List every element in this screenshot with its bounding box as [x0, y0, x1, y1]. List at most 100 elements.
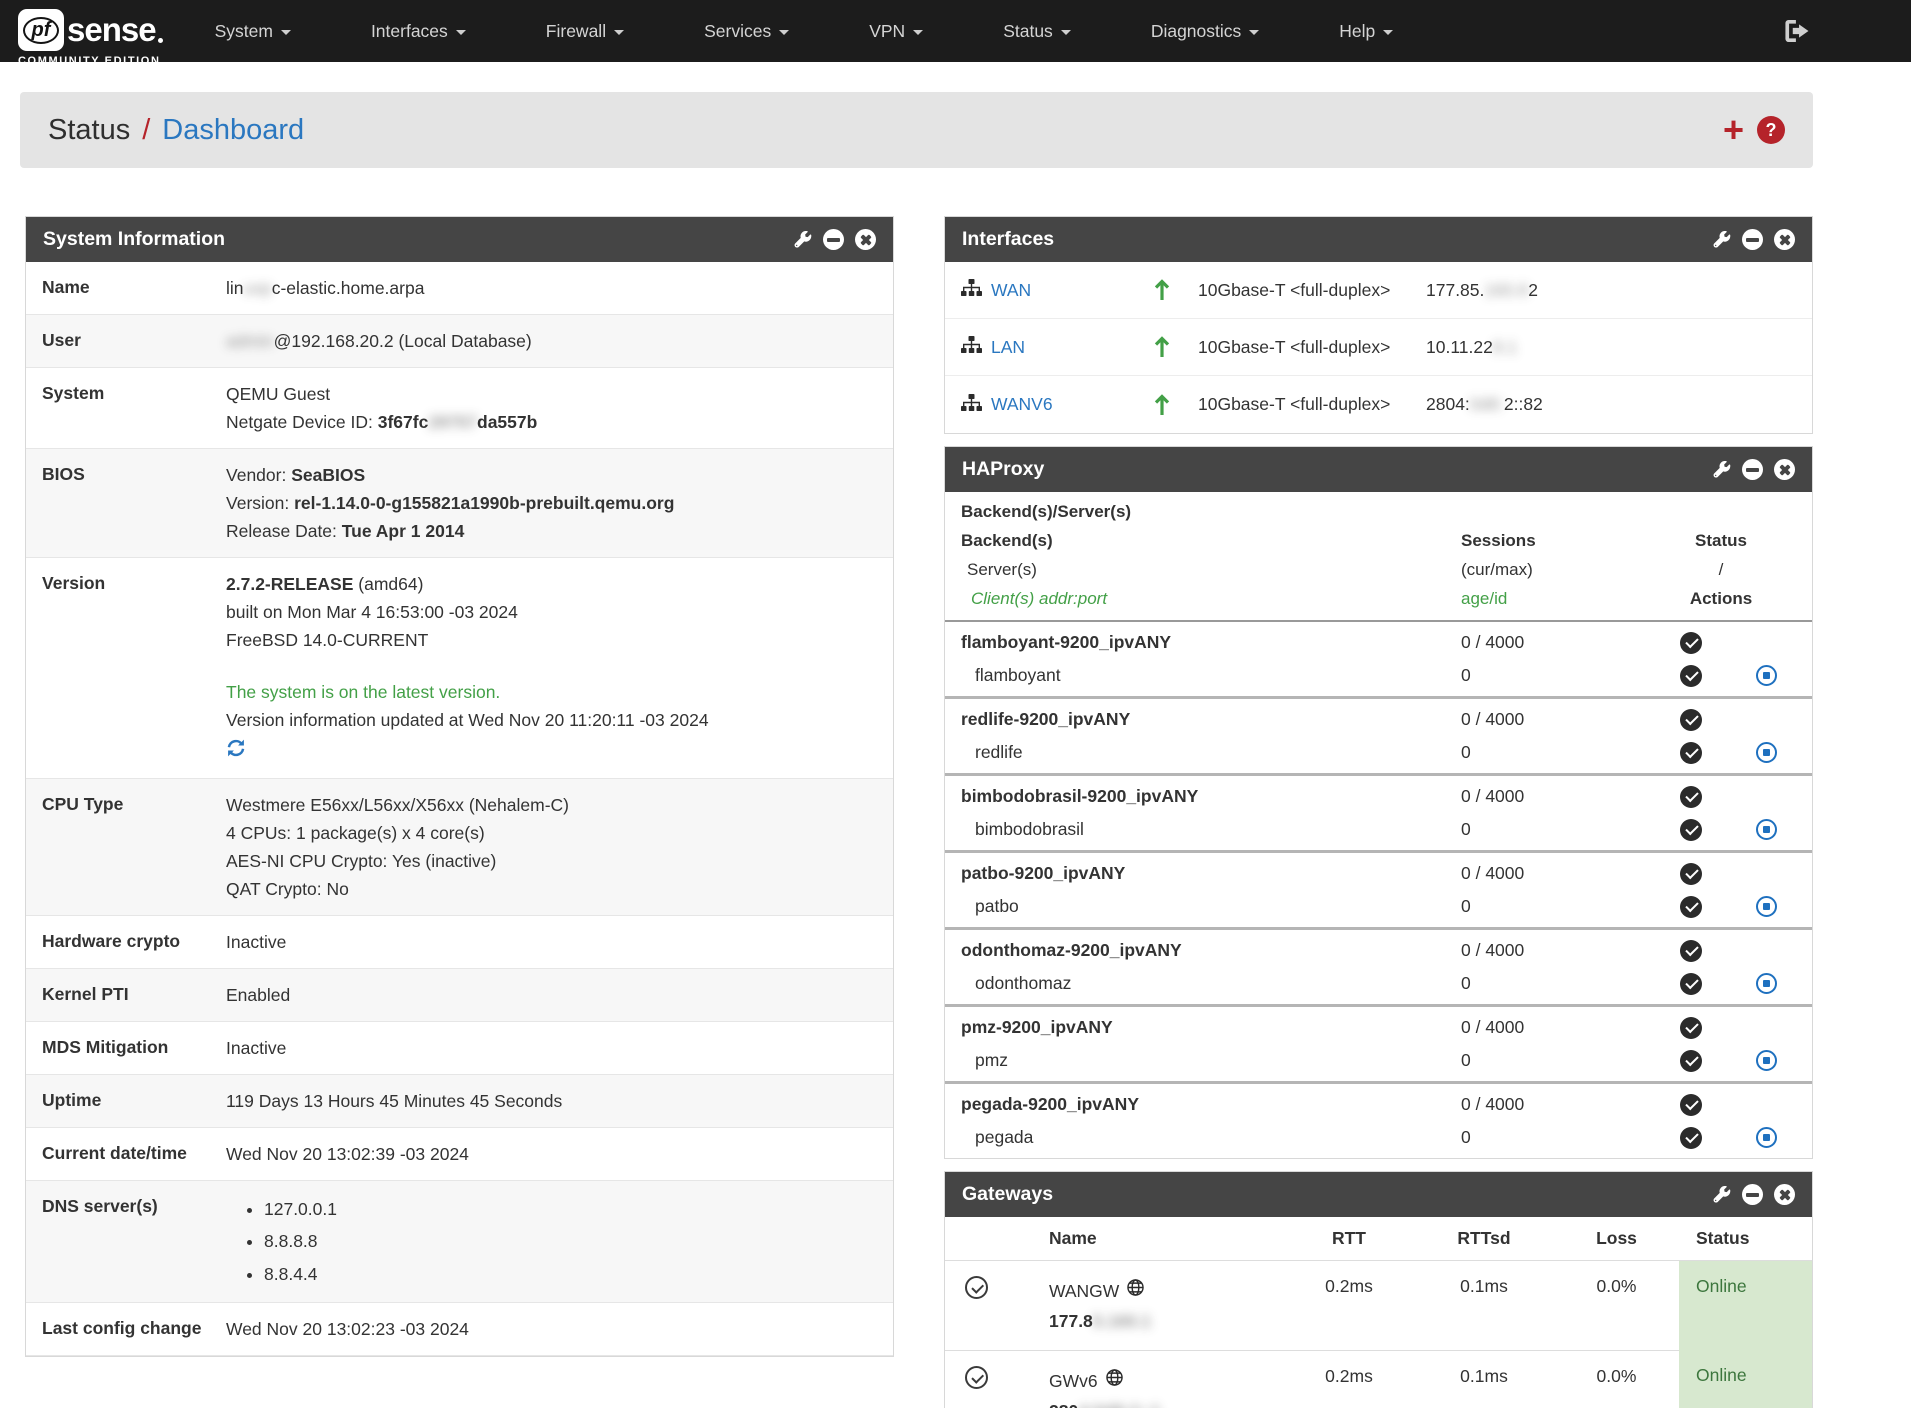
backend-name: redlife-9200_ipvANY: [961, 709, 1461, 730]
haproxy-backend-group: pmz-9200_ipvANY0 / 4000 pmz0: [945, 1007, 1812, 1084]
si-row-dns: DNS server(s) 127.0.0.1 8.8.8.8 8.8.4.4: [26, 1181, 893, 1303]
server-sessions: 0: [1461, 819, 1646, 840]
gateway-rtt: 0.2ms: [1284, 1276, 1414, 1297]
backend-sessions: 0 / 4000: [1461, 709, 1646, 730]
check-circle-icon: [1680, 863, 1702, 885]
nav-system[interactable]: System: [215, 21, 291, 42]
close-icon[interactable]: [1774, 1184, 1795, 1205]
si-bios-value: Vendor: SeaBIOS Version: rel-1.14.0-0-g1…: [226, 461, 893, 545]
close-icon[interactable]: [1774, 459, 1795, 480]
si-cpu-label: CPU Type: [26, 791, 226, 903]
wrench-icon[interactable]: [1713, 461, 1731, 479]
interface-link-wanv6[interactable]: WANV6: [991, 394, 1053, 415]
pfsense-logo-tile: pf: [18, 9, 64, 51]
backend-sessions: 0 / 4000: [1461, 786, 1646, 807]
check-circle-icon: [1680, 709, 1702, 731]
nav-diagnostics-label: Diagnostics: [1151, 21, 1241, 42]
nav-firewall-label: Firewall: [546, 21, 606, 42]
interface-row-lan: LAN 10Gbase-T <full-duplex> 10.11.228.1: [945, 319, 1812, 376]
stop-server-icon[interactable]: [1756, 819, 1777, 840]
nav-system-label: System: [215, 21, 273, 42]
redacted-text: 0d8:: [1470, 394, 1504, 414]
server-sessions: 0: [1461, 1127, 1646, 1148]
stop-server-icon[interactable]: [1756, 665, 1777, 686]
wrench-icon[interactable]: [794, 231, 812, 249]
minimize-icon[interactable]: [1742, 1184, 1763, 1205]
haproxy-backend-group: odonthomaz-9200_ipvANY0 / 4000 odonthoma…: [945, 930, 1812, 1007]
interface-speed: 10Gbase-T <full-duplex>: [1198, 394, 1426, 415]
refresh-icon[interactable]: [226, 738, 246, 758]
si-dns-label: DNS server(s): [26, 1193, 226, 1290]
nav-interfaces[interactable]: Interfaces: [371, 21, 466, 42]
minimize-icon[interactable]: [1742, 459, 1763, 480]
sign-out-icon[interactable]: [1785, 20, 1811, 42]
redacted-text: admin: [226, 331, 274, 351]
si-row-hardware-crypto: Hardware crypto Inactive: [26, 916, 893, 969]
add-widget-icon[interactable]: +: [1723, 112, 1744, 148]
check-circle-icon: [1680, 786, 1702, 808]
pfsense-logo[interactable]: pf sense COMMUNITY EDITION: [18, 9, 163, 67]
nav-firewall[interactable]: Firewall: [546, 21, 624, 42]
si-system-value: QEMU Guest Netgate Device ID: 3f67fc2975…: [226, 380, 893, 436]
wrench-icon[interactable]: [1713, 1186, 1731, 1204]
check-circle-icon: [1680, 1094, 1702, 1116]
si-row-kernel-pti: Kernel PTI Enabled: [26, 969, 893, 1022]
si-name-label: Name: [26, 274, 226, 302]
nav-diagnostics[interactable]: Diagnostics: [1151, 21, 1259, 42]
stop-server-icon[interactable]: [1756, 973, 1777, 994]
si-lastconfig-label: Last config change: [26, 1315, 226, 1343]
nav-help[interactable]: Help: [1339, 21, 1393, 42]
check-circle-outline-icon: [945, 1366, 1007, 1389]
gateway-rttsd: 0.1ms: [1414, 1276, 1554, 1297]
check-circle-icon: [1680, 1050, 1702, 1072]
dns-server: 127.0.0.1: [264, 1193, 881, 1225]
si-row-uptime: Uptime 119 Days 13 Hours 45 Minutes 45 S…: [26, 1075, 893, 1128]
check-circle-icon: [1680, 665, 1702, 687]
breadcrumb-page-link[interactable]: Dashboard: [162, 114, 304, 147]
stop-server-icon[interactable]: [1756, 742, 1777, 763]
close-icon[interactable]: [1774, 229, 1795, 250]
si-mds-label: MDS Mitigation: [26, 1034, 226, 1062]
server-name: pegada: [961, 1127, 1461, 1148]
interface-row-wan: WAN 10Gbase-T <full-duplex> 177.85.160.8…: [945, 262, 1812, 319]
si-row-user: User admin@192.168.20.2 (Local Database): [26, 315, 893, 368]
stop-server-icon[interactable]: [1756, 1127, 1777, 1148]
interface-ip: 2804:0d8:2::82: [1426, 394, 1796, 415]
logo-subtitle: COMMUNITY EDITION: [18, 55, 163, 67]
si-dns-value: 127.0.0.1 8.8.8.8 8.8.4.4: [226, 1193, 893, 1290]
chevron-down-icon: [779, 30, 789, 35]
check-circle-icon: [1680, 940, 1702, 962]
chevron-down-icon: [614, 30, 624, 35]
si-row-mds: MDS Mitigation Inactive: [26, 1022, 893, 1075]
stop-server-icon[interactable]: [1756, 1050, 1777, 1071]
check-circle-icon: [1680, 742, 1702, 764]
nav-services[interactable]: Services: [704, 21, 789, 42]
top-navbar: pf sense COMMUNITY EDITION System Interf…: [0, 0, 1911, 62]
gateway-row-wangw: WANGW 177.85.160.1 0.2ms 0.1ms 0.0% Onli…: [945, 1261, 1812, 1350]
check-circle-icon: [1680, 819, 1702, 841]
nav-vpn[interactable]: VPN: [869, 21, 923, 42]
check-circle-icon: [1680, 1017, 1702, 1039]
backend-name: patbo-9200_ipvANY: [961, 863, 1461, 884]
arrow-up-icon: [1126, 279, 1198, 301]
interface-link-wan[interactable]: WAN: [991, 280, 1031, 301]
gateways-panel: Gateways Name RTT RTTsd Loss Status: [944, 1171, 1813, 1408]
close-icon[interactable]: [855, 229, 876, 250]
check-circle-icon: [1680, 1127, 1702, 1149]
interface-speed: 10Gbase-T <full-duplex>: [1198, 337, 1426, 358]
server-name: flamboyant: [961, 665, 1461, 686]
server-sessions: 0: [1461, 896, 1646, 917]
redacted-text: 29757: [428, 412, 477, 432]
help-icon[interactable]: ?: [1757, 116, 1785, 144]
minimize-icon[interactable]: [1742, 229, 1763, 250]
nav-interfaces-label: Interfaces: [371, 21, 448, 42]
nav-help-label: Help: [1339, 21, 1375, 42]
wrench-icon[interactable]: [1713, 231, 1731, 249]
backend-name: flamboyant-9200_ipvANY: [961, 632, 1461, 653]
stop-server-icon[interactable]: [1756, 896, 1777, 917]
chevron-down-icon: [1383, 30, 1393, 35]
server-name: redlife: [961, 742, 1461, 763]
nav-status[interactable]: Status: [1003, 21, 1071, 42]
interface-link-lan[interactable]: LAN: [991, 337, 1025, 358]
minimize-icon[interactable]: [823, 229, 844, 250]
